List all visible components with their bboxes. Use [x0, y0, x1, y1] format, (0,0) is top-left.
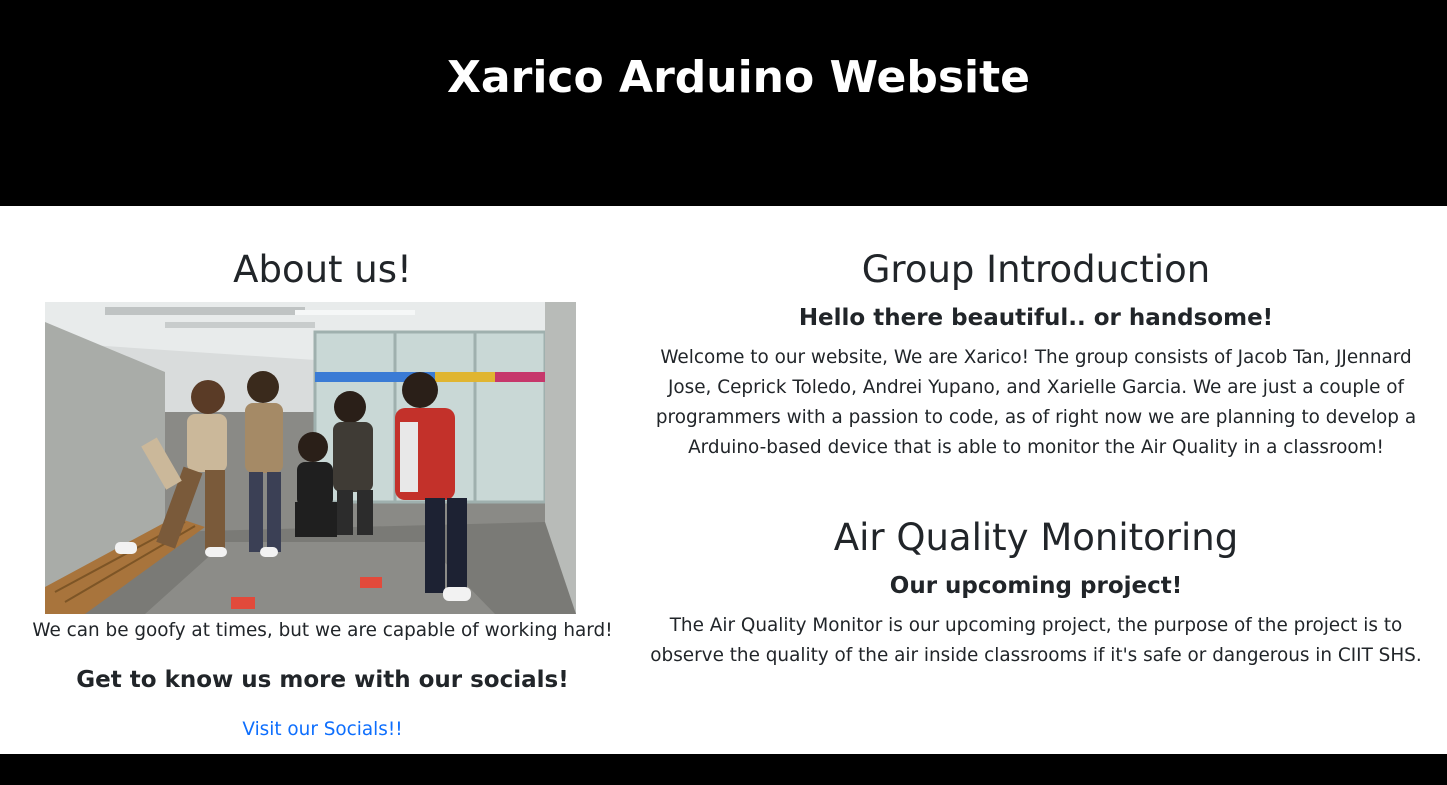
about-section: About us! We can be goofy at times, but … [0, 206, 645, 754]
socials-heading: Get to know us more with our socials! [76, 667, 569, 693]
group-introduction-title: Group Introduction [861, 248, 1211, 291]
group-photo-illustration [45, 302, 576, 614]
visit-socials-link[interactable]: Visit our Socials!! [0, 715, 645, 745]
group-introduction-text: Welcome to our website, We are Xarico! T… [655, 347, 1417, 458]
about-title: About us! [233, 248, 412, 291]
site-footer [0, 754, 1447, 785]
group-introduction-subtitle: Hello there beautiful.. or handsome! [798, 305, 1274, 331]
info-section: Group Introduction Hello there beautiful… [640, 206, 1432, 754]
air-quality-text: The Air Quality Monitor is our upcoming … [650, 615, 1422, 666]
site-title: Xarico Arduino Website [447, 52, 1030, 103]
air-quality-subtitle: Our upcoming project! [889, 573, 1183, 599]
main-content: About us! We can be goofy at times, but … [0, 206, 1447, 754]
air-quality-title: Air Quality Monitoring [833, 516, 1239, 559]
site-header: Xarico Arduino Website [0, 0, 1447, 206]
group-photo [45, 302, 576, 614]
photo-caption: We can be goofy at times, but we are cap… [32, 620, 613, 641]
